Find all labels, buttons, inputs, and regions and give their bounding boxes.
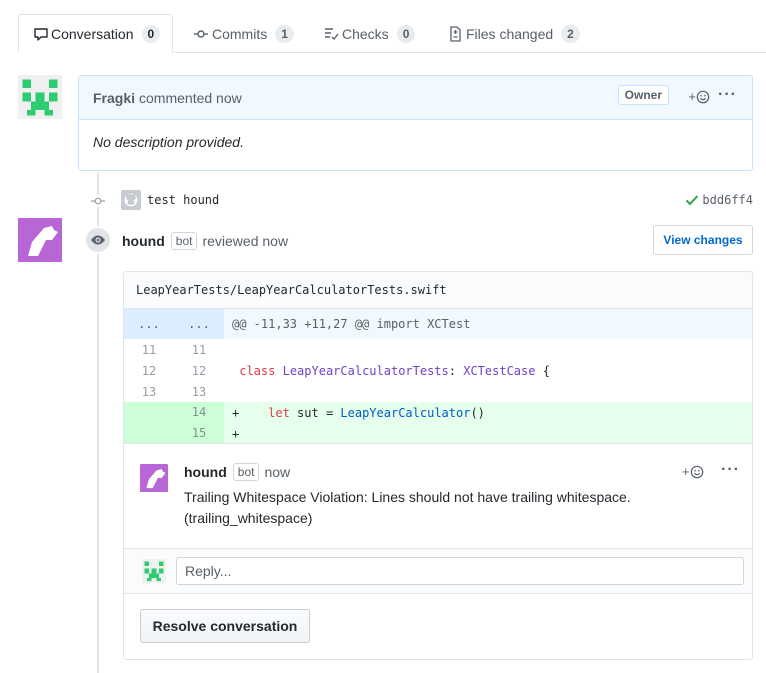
file-path[interactable]: LeapYearTests/LeapYearCalculatorTests.sw…	[124, 272, 752, 309]
smiley-icon	[696, 90, 710, 103]
diff-code	[224, 343, 239, 357]
bot-badge: bot	[232, 463, 260, 481]
add-reaction-button[interactable]: +	[682, 464, 704, 479]
reply-row	[124, 548, 752, 594]
tab-checks[interactable]: Checks 0	[308, 14, 429, 53]
tab-commits[interactable]: Commits 1	[178, 14, 308, 53]
commit-message[interactable]: test hound	[147, 193, 219, 207]
pr-tabs: Conversation 0 Commits 1 Checks 0 Files …	[0, 0, 766, 53]
owner-badge: Owner	[617, 85, 669, 105]
inline-comment-header: hound bot now	[184, 463, 290, 481]
diff-line: 11 11	[124, 339, 752, 360]
old-line-number: 13	[141, 384, 157, 399]
tab-counter: 1	[275, 24, 294, 43]
commit-icon	[91, 195, 105, 207]
diff-line: 12 12 class LeapYearCalculatorTests: XCT…	[124, 360, 752, 381]
comment-action: commented now	[139, 89, 242, 106]
comment-options-button[interactable]: ···	[718, 86, 737, 104]
tab-counter: 0	[396, 24, 416, 43]
diff-code	[224, 385, 239, 399]
smiley-icon	[690, 465, 703, 478]
check-icon	[686, 195, 699, 206]
new-line-number: 15	[174, 423, 224, 444]
reaction-plus: +	[682, 464, 690, 479]
avatar-fragki-small	[142, 559, 166, 586]
review-author[interactable]: hound	[122, 233, 165, 249]
inline-comment-options-button[interactable]: ···	[721, 461, 740, 479]
tab-counter: 2	[561, 24, 580, 43]
commit-sha[interactable]: bdd6ff4	[685, 193, 753, 207]
review-action: reviewed now	[202, 233, 289, 249]
tab-files-changed[interactable]: Files changed 2	[432, 14, 594, 53]
tab-label: Checks	[342, 25, 389, 42]
diff-code: + let sut = LeapYearCalculator()	[232, 405, 485, 420]
avatar-hound[interactable]	[18, 218, 62, 265]
bot-badge: bot	[170, 232, 198, 250]
view-changes-button[interactable]: View changes	[653, 225, 753, 255]
commit-author-avatar[interactable]	[121, 190, 141, 213]
hunk-text: @@ -11,33 +11,27 @@ import XCTest	[232, 317, 471, 331]
tab-conversation[interactable]: Conversation 0	[18, 14, 173, 53]
review-thread: LeapYearTests/LeapYearCalculatorTests.sw…	[123, 271, 753, 660]
comment-body: No description provided.	[93, 134, 244, 150]
add-reaction-button[interactable]: +	[688, 89, 710, 104]
eye-icon	[84, 226, 112, 254]
diff-hunk-header: ... ... @@ -11,33 +11,27 @@ import XCTes…	[124, 309, 752, 339]
tab-label: Commits	[212, 25, 268, 42]
old-line-number	[124, 402, 174, 423]
pr-description-comment: Fragki commented now Owner + ··· No desc…	[78, 75, 753, 171]
diff-code: class LeapYearCalculatorTests: XCTestCas…	[239, 363, 550, 378]
old-line-number: 11	[141, 342, 157, 357]
reaction-plus: +	[688, 89, 696, 104]
diff-line-added: 14 + let sut = LeapYearCalculator()	[124, 402, 752, 423]
hunk-expand-left[interactable]: ...	[124, 309, 174, 339]
tab-counter: 0	[141, 24, 161, 43]
inline-comment-time[interactable]: now	[264, 464, 290, 480]
tab-label: Files changed	[466, 25, 554, 42]
commit-icon	[192, 26, 210, 42]
diff-code: +	[232, 426, 240, 441]
comment-author[interactable]: Fragki	[93, 90, 135, 106]
checklist-icon	[322, 26, 340, 42]
avatar-fragki[interactable]	[18, 75, 62, 122]
new-line-number: 12	[191, 363, 207, 378]
hunk-expand-right[interactable]: ...	[174, 309, 224, 339]
avatar-hound-small[interactable]	[140, 464, 168, 495]
diff-line: 13 13	[124, 381, 752, 402]
inline-review-comment: hound bot now + ··· Trailing Whitespace …	[124, 443, 752, 549]
old-line-number: 12	[141, 363, 157, 378]
diff-line-added: 15 +	[124, 423, 752, 444]
comment-header: Fragki commented now Owner + ···	[79, 76, 752, 120]
commit-sha-text: bdd6ff4	[702, 193, 753, 207]
new-line-number: 11	[191, 342, 207, 357]
new-line-number: 13	[191, 384, 207, 399]
file-diff-icon	[446, 25, 464, 42]
review-header: hound bot reviewed now	[122, 232, 288, 250]
comment-icon	[33, 26, 49, 42]
inline-comment-author[interactable]: hound	[184, 464, 227, 480]
inline-comment-body: Trailing Whitespace Violation: Lines sho…	[184, 489, 631, 526]
new-line-number: 14	[174, 402, 224, 423]
resolve-conversation-button[interactable]: Resolve conversation	[140, 609, 310, 643]
old-line-number	[124, 423, 174, 444]
reply-input[interactable]	[176, 557, 744, 585]
tab-label: Conversation	[51, 25, 134, 42]
